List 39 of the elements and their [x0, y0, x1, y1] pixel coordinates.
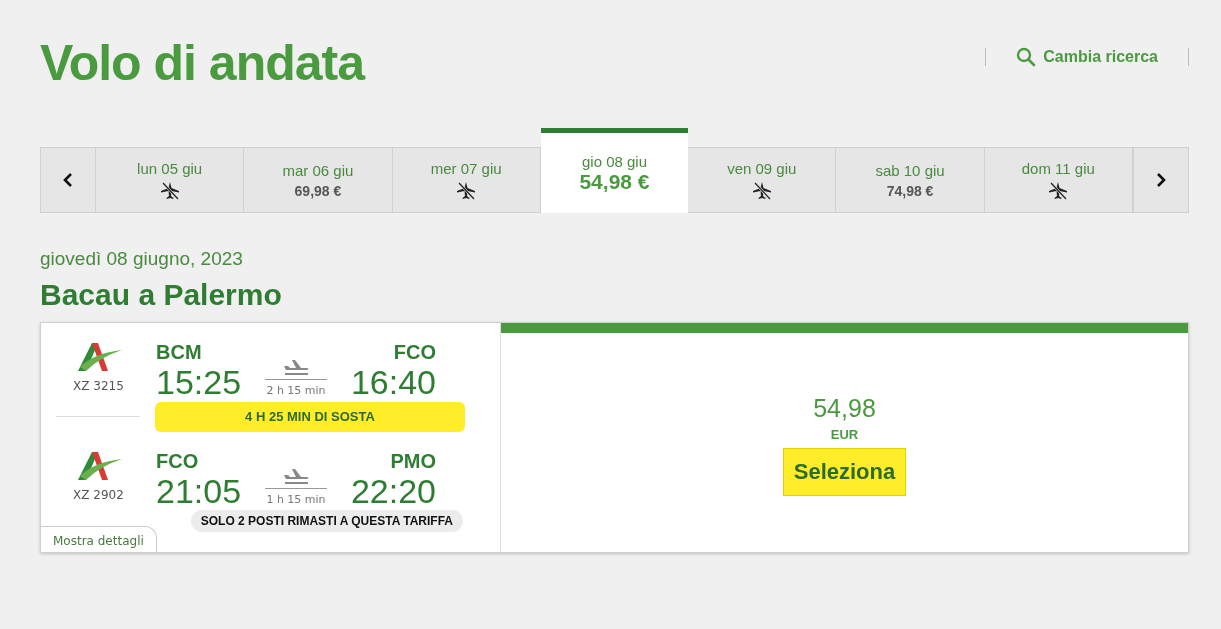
date-price: 54,98 € — [579, 169, 650, 194]
date-label: mer 07 giu — [430, 159, 502, 177]
date-tab[interactable]: mar 06 giu 69,98 € — [244, 147, 393, 213]
date-tab[interactable]: lun 05 giu — [96, 147, 245, 213]
arrival-time: 22:20 — [350, 472, 436, 510]
date-label: sab 10 giu — [875, 161, 945, 179]
date-tab[interactable]: mer 07 giu — [392, 147, 541, 213]
departure-time: 21:05 — [156, 472, 242, 510]
date-label: ven 09 giu — [727, 159, 797, 177]
flight-number: XZ 3215 — [73, 379, 124, 394]
date-tab[interactable]: dom 11 giu — [984, 147, 1133, 213]
show-details-tab[interactable]: Mostra dettagli — [41, 526, 157, 552]
date-tab[interactable]: sab 10 giu 74,98 € — [836, 147, 985, 213]
flight-number: XZ 2902 — [73, 487, 124, 502]
departure-time: 15:25 — [156, 363, 242, 402]
date-price: 74,98 € — [886, 182, 934, 199]
date-tab[interactable]: ven 09 giu — [688, 147, 837, 213]
date-heading: giovedì 08 giugno, 2023 — [40, 248, 244, 270]
airport-code: FCO — [393, 341, 436, 364]
date-label: gio 08 giu — [581, 152, 647, 170]
airport-code: BCM — [156, 341, 203, 364]
route-title: Bacau a Palermo — [40, 278, 283, 312]
stopover-banner: 4 H 25 MIN DI SOSTA — [155, 401, 465, 432]
flight-duration: 1 h 15 min — [265, 488, 327, 506]
airport-code: PMO — [390, 450, 436, 472]
seats-left-badge: SOLO 2 POSTI RIMASTI A QUESTA TARIFFA — [190, 510, 463, 532]
date-label: mar 06 giu — [282, 161, 354, 179]
airport-code: FCO — [156, 450, 200, 472]
fare-currency: EUR — [830, 426, 859, 442]
flight-duration: 2 h 15 min — [265, 379, 327, 398]
change-search-link[interactable]: Cambia ricerca — [1016, 48, 1158, 66]
fare-price: 54,98 — [813, 393, 876, 423]
date-tab[interactable]: gio 08 giu 54,98 € — [540, 128, 689, 213]
select-button[interactable]: Seleziona — [782, 447, 907, 496]
date-price: 69,98 € — [294, 182, 342, 199]
arrival-time: 16:40 — [350, 363, 436, 402]
page-title: Volo di andata — [40, 34, 364, 92]
date-label: lun 05 giu — [137, 159, 203, 177]
date-label: dom 11 giu — [1021, 159, 1095, 177]
